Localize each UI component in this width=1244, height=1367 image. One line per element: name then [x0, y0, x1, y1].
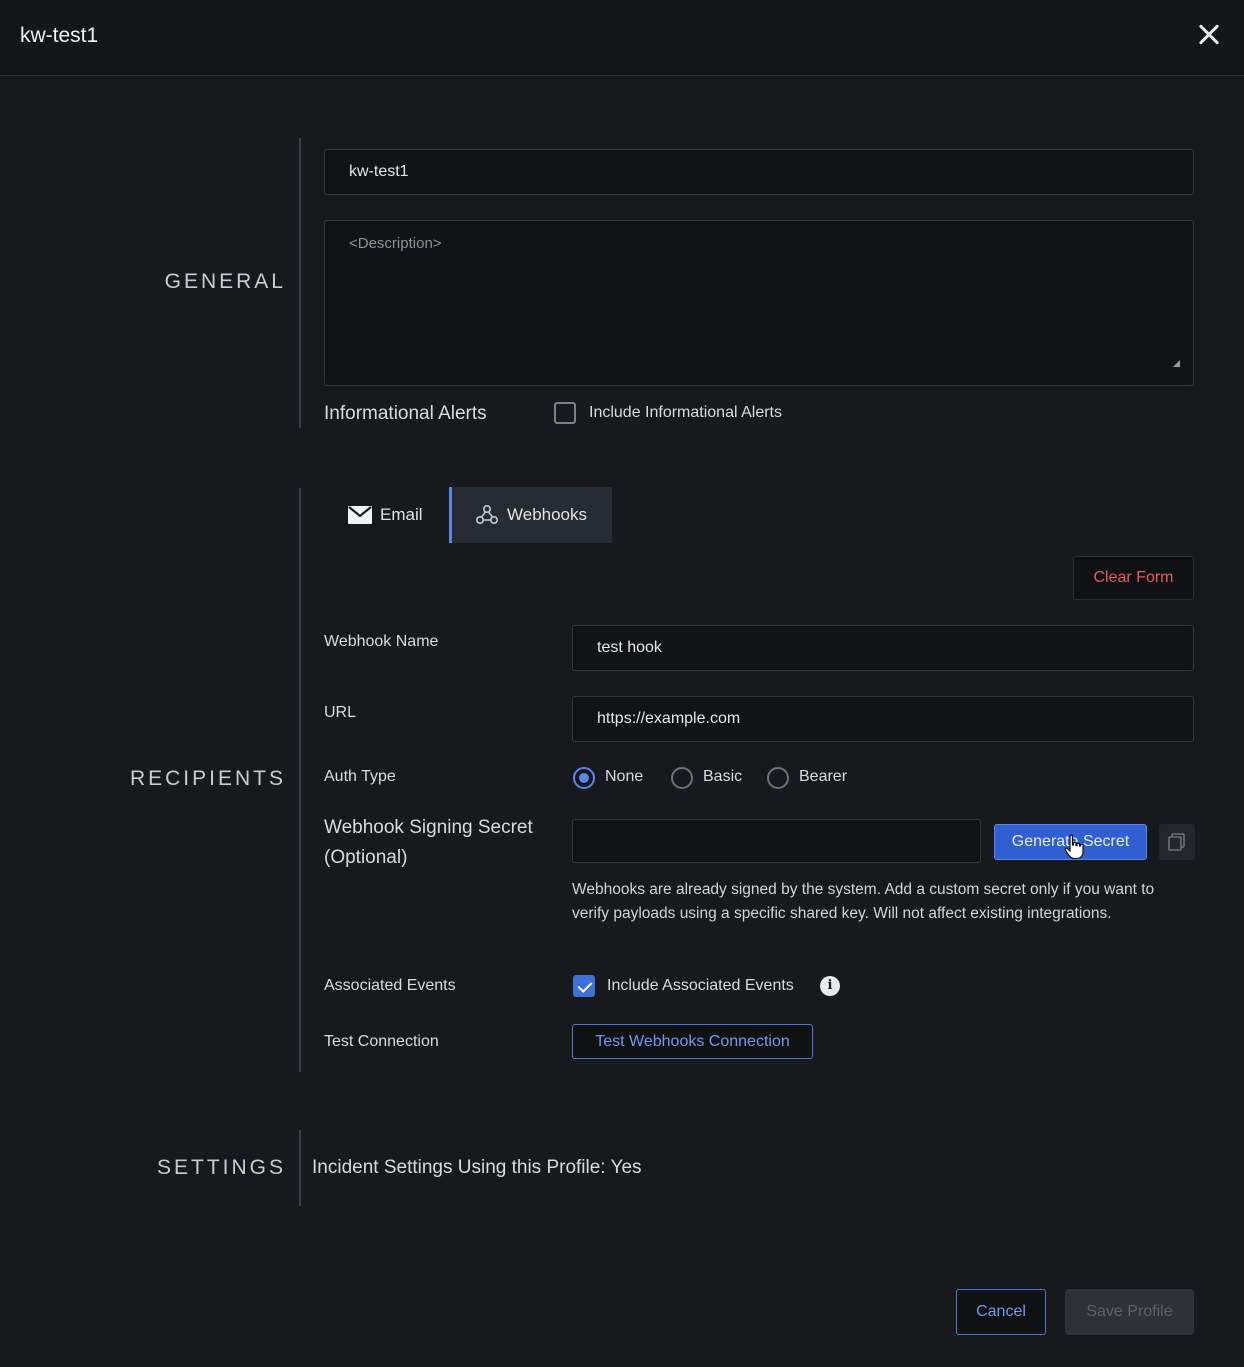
signing-secret-optional-label: (Optional): [324, 847, 408, 868]
include-associated-events-label: Include Associated Events: [607, 977, 794, 994]
test-connection-label: Test Connection: [324, 1033, 439, 1050]
test-webhooks-connection-button[interactable]: Test Webhooks Connection: [572, 1024, 813, 1059]
auth-radio-bearer-label: Bearer: [799, 768, 848, 785]
clear-form-button[interactable]: Clear Form: [1073, 556, 1194, 600]
associated-events-label: Associated Events: [324, 977, 456, 994]
resize-handle-icon[interactable]: [1173, 360, 1180, 367]
auth-type-label: Auth Type: [324, 768, 396, 785]
copy-icon: [1168, 833, 1185, 851]
section-divider: [299, 1130, 301, 1206]
description-textarea[interactable]: [324, 220, 1194, 386]
cancel-button[interactable]: Cancel: [956, 1289, 1046, 1335]
webhook-name-input[interactable]: [572, 625, 1194, 671]
webhook-name-label: Webhook Name: [324, 633, 439, 650]
url-label: URL: [324, 704, 357, 721]
dialog-header: kw-test1: [0, 0, 1244, 76]
informational-alerts-label: Informational Alerts: [324, 403, 487, 424]
auth-radio-basic-label: Basic: [703, 768, 743, 785]
envelope-icon: [348, 506, 372, 524]
include-associated-events-checkbox[interactable]: [573, 975, 595, 997]
section-divider: [299, 138, 301, 428]
section-label-settings: SETTINGS: [156, 1156, 286, 1179]
dialog-title: kw-test1: [20, 24, 99, 47]
tab-webhooks[interactable]: Webhooks: [449, 487, 612, 543]
tab-email-label: Email: [380, 505, 423, 524]
incident-settings-text: Incident Settings Using this Profile: Ye…: [312, 1157, 642, 1178]
pointer-cursor-icon: [1064, 834, 1084, 860]
auth-radio-basic[interactable]: [671, 767, 693, 789]
section-divider: [299, 488, 301, 1072]
signing-secret-label: Webhook Signing Secret: [324, 817, 533, 838]
auth-radio-none-label: None: [605, 768, 644, 785]
save-profile-button[interactable]: Save Profile: [1065, 1289, 1194, 1335]
auth-radio-bearer[interactable]: [767, 767, 789, 789]
copy-secret-button[interactable]: [1159, 824, 1195, 860]
section-label-recipients: RECIPIENTS: [129, 767, 286, 790]
include-informational-checkbox[interactable]: [554, 402, 576, 424]
signing-secret-help-text: Webhooks are already signed by the syste…: [572, 881, 1155, 922]
webhook-icon: [475, 504, 499, 525]
url-input[interactable]: [572, 696, 1194, 742]
section-label-general: GENERAL: [164, 270, 286, 293]
close-icon[interactable]: [1192, 18, 1226, 52]
signing-secret-input[interactable]: [572, 819, 981, 863]
tab-email[interactable]: Email: [348, 487, 448, 543]
include-informational-label: Include Informational Alerts: [589, 404, 782, 421]
info-icon[interactable]: i: [820, 976, 840, 996]
profile-name-input[interactable]: [324, 149, 1194, 195]
tab-webhooks-label: Webhooks: [507, 505, 588, 524]
auth-radio-none[interactable]: [573, 767, 595, 789]
